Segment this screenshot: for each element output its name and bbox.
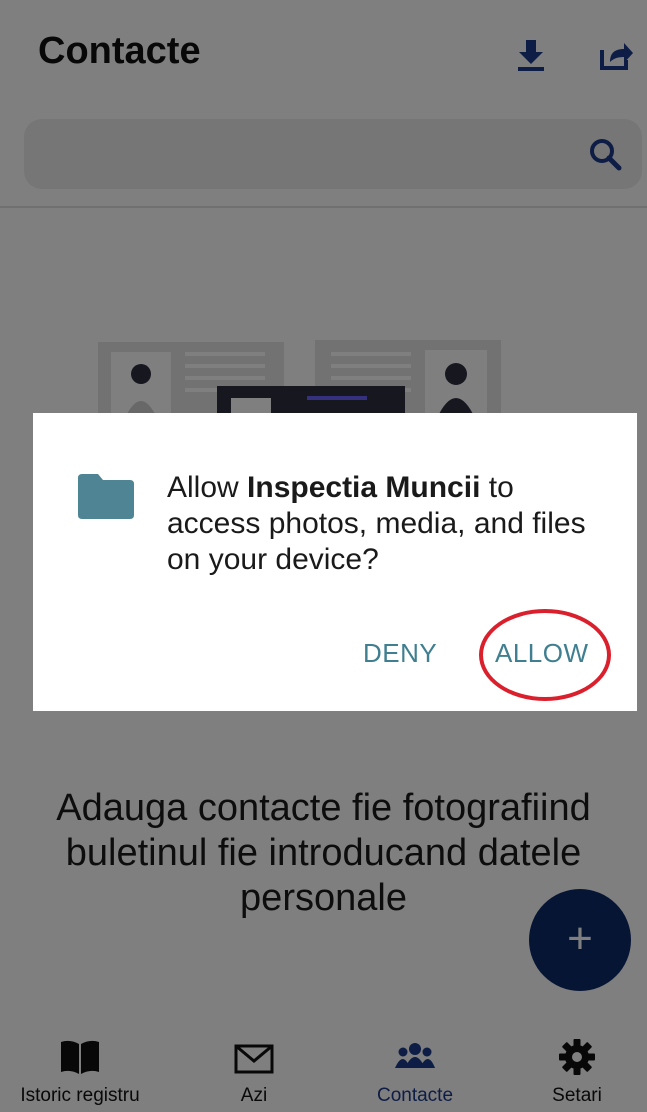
- permission-text-prefix: Allow: [167, 471, 248, 504]
- folder-icon: [78, 474, 134, 519]
- permission-app-name: Inspectia Muncii: [247, 471, 481, 504]
- deny-button[interactable]: DENY: [363, 638, 437, 669]
- allow-highlight-circle: [479, 609, 611, 701]
- permission-message: Allow Inspectia Muncii to access photos,…: [167, 470, 607, 578]
- permission-dialog: Allow Inspectia Muncii to access photos,…: [33, 413, 637, 711]
